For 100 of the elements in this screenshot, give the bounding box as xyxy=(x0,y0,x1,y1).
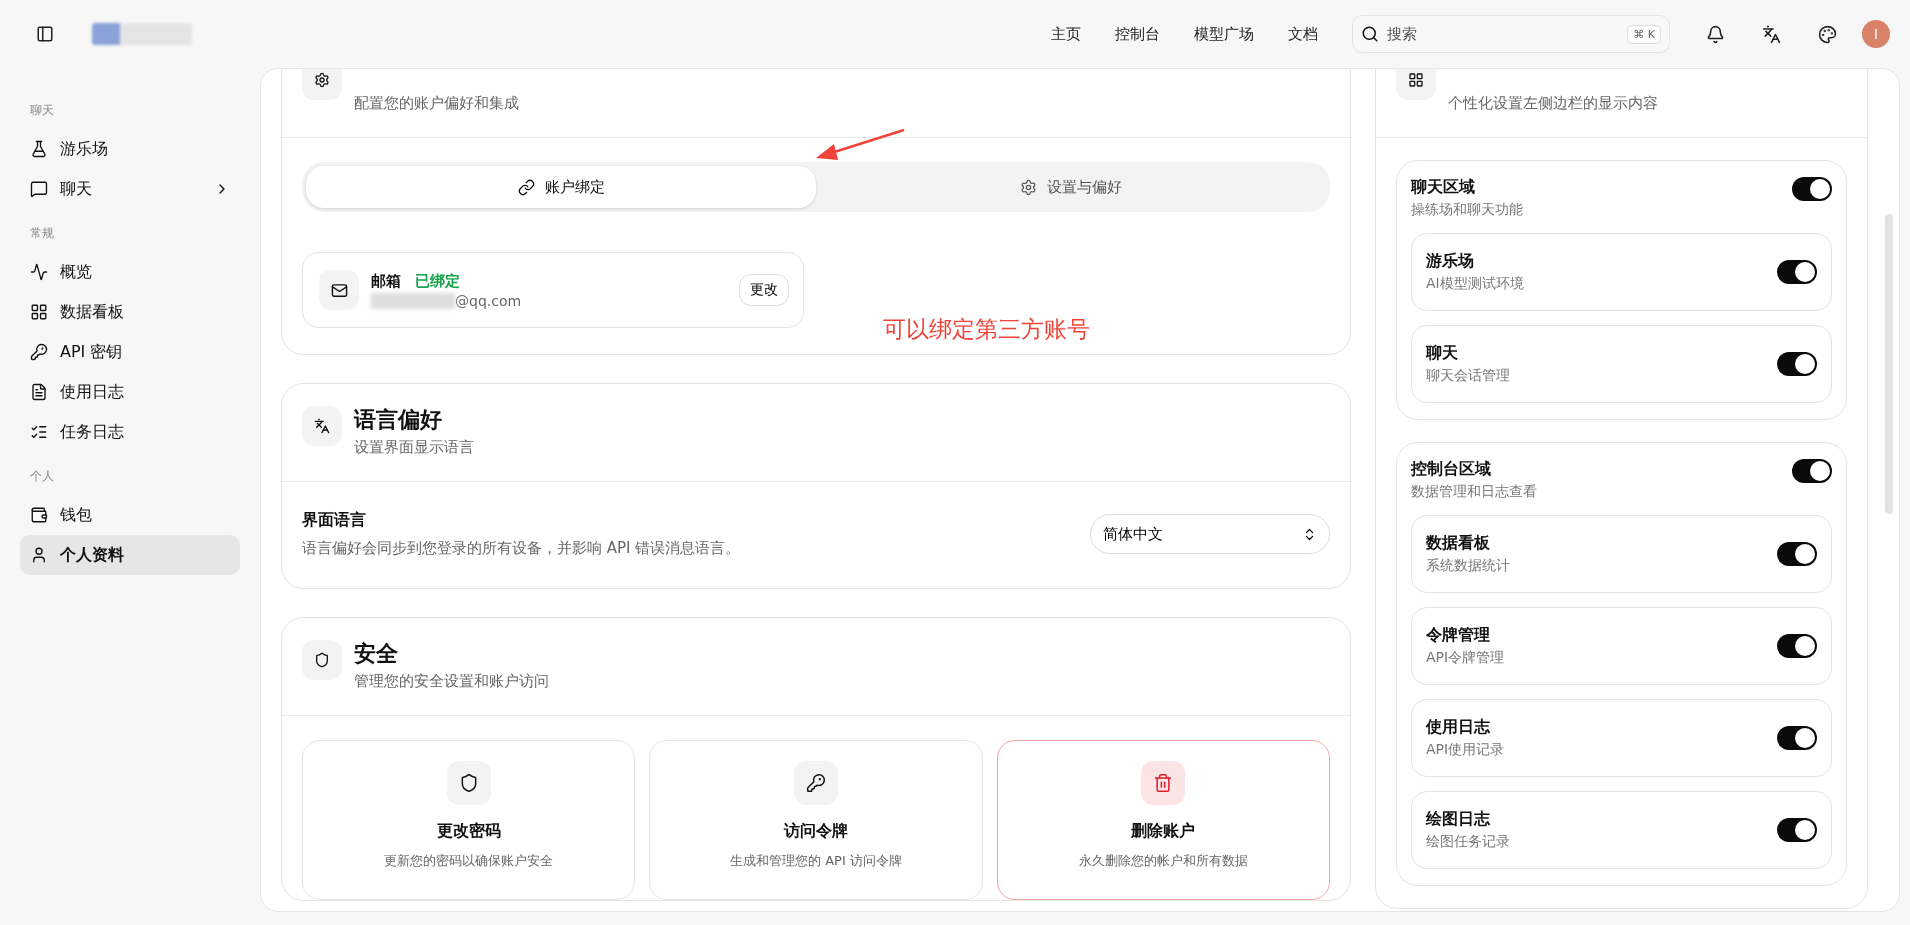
search-icon xyxy=(1361,25,1379,43)
card-subtitle: 配置您的账户偏好和集成 xyxy=(354,94,519,113)
card-title: 安全 xyxy=(354,640,399,668)
tile-description: 永久删除您的帐户和所有数据 xyxy=(1078,852,1248,870)
setting-description: API令牌管理 xyxy=(1426,649,1506,667)
nav-link[interactable]: 模型广场 xyxy=(1184,18,1264,50)
language-select[interactable]: 简体中文 xyxy=(1090,514,1330,554)
sidebar-item-label: 钱包 xyxy=(60,504,93,526)
sidebar-item-label: API 密钥 xyxy=(60,341,124,363)
sidebar-item[interactable]: 数据看板 xyxy=(20,292,240,332)
annotation-text: 可以绑定第三方账号 xyxy=(883,315,1090,344)
chat-bubble-icon xyxy=(30,180,48,198)
shortcut-hint: ⌘ K xyxy=(1627,24,1661,44)
sidebar-item-label: 数据看板 xyxy=(60,301,125,323)
panel-icon xyxy=(36,25,54,43)
bell-icon xyxy=(1705,24,1725,44)
tile-description: 更新您的密码以确保账户安全 xyxy=(384,852,554,870)
sidebar-item[interactable]: 钱包 xyxy=(20,495,240,535)
sidebar-section-title: 聊天 xyxy=(29,102,55,119)
document-icon xyxy=(30,383,48,401)
sidebar-item[interactable]: API 密钥 xyxy=(20,332,240,372)
card-subtitle: 管理您的安全设置和账户访问 xyxy=(354,672,549,691)
sidebar-item[interactable]: 使用日志 xyxy=(20,372,240,412)
action-tile[interactable]: 访问令牌 生成和管理您的 API 访问令牌 xyxy=(649,740,983,900)
mail-icon xyxy=(330,281,348,299)
sidebar-section-title: 常规 xyxy=(29,225,55,242)
sidebar-item-label: 任务日志 xyxy=(60,421,125,443)
nav-link[interactable]: 文档 xyxy=(1278,18,1328,50)
sidebar-item[interactable]: 游乐场 xyxy=(20,129,240,169)
toggle-switch[interactable] xyxy=(1777,818,1817,842)
trash-icon xyxy=(1153,773,1174,793)
toggle-switch[interactable] xyxy=(1777,260,1817,284)
setting-description: API使用记录 xyxy=(1426,741,1506,759)
setting-description: 语言偏好会同步到您登录的所有设备，并影响 API 错误消息语言。 xyxy=(302,539,742,558)
toggle-switch[interactable] xyxy=(1792,177,1832,201)
setting-title: 数据看板 xyxy=(1426,533,1491,554)
setting-title: 使用日志 xyxy=(1426,717,1491,738)
flask-icon xyxy=(30,140,48,158)
change-button[interactable]: 更改 xyxy=(739,274,789,306)
person-icon xyxy=(30,546,48,564)
setting-title: 游乐场 xyxy=(1426,251,1475,272)
sidebar-item-label: 概览 xyxy=(60,261,93,283)
setting-title: 聊天 xyxy=(1426,343,1459,364)
group-title: 聊天区域 xyxy=(1411,177,1476,198)
sidebar-item[interactable]: 个人资料 xyxy=(20,535,240,575)
toggle-switch[interactable] xyxy=(1777,542,1817,566)
setting-title: 绘图日志 xyxy=(1426,809,1491,830)
link-icon xyxy=(517,178,535,196)
binding-label: 邮箱 xyxy=(371,271,401,291)
grid-icon xyxy=(1408,72,1424,88)
sidebar-item-label: 个人资料 xyxy=(60,544,125,566)
wallet-icon xyxy=(30,506,48,524)
card-subtitle: 设置界面显示语言 xyxy=(354,438,474,457)
tab[interactable]: 设置与偏好 xyxy=(816,166,1326,208)
sidebar-item-label: 使用日志 xyxy=(60,381,125,403)
toggle-switch[interactable] xyxy=(1792,459,1832,483)
sidebar-item-label: 游乐场 xyxy=(60,138,109,160)
search-field[interactable]: 搜索 ⌘ K xyxy=(1352,15,1670,53)
sidebar-item[interactable]: 概览 xyxy=(20,252,240,292)
sidebar-section-title: 个人 xyxy=(29,468,55,485)
toggle-switch[interactable] xyxy=(1777,634,1817,658)
action-tile[interactable]: 更改密码 更新您的密码以确保账户安全 xyxy=(302,740,636,900)
group-description: 数据管理和日志查看 xyxy=(1411,483,1538,501)
nav-link[interactable]: 主页 xyxy=(1041,18,1091,50)
search-input[interactable]: 搜索 xyxy=(1385,24,1622,44)
sidebar-item[interactable]: 任务日志 xyxy=(20,412,240,452)
shield-icon xyxy=(314,652,330,668)
translate-icon xyxy=(314,418,330,434)
setting-label: 界面语言 xyxy=(302,510,367,531)
tile-title: 访问令牌 xyxy=(784,821,848,842)
settings-icon xyxy=(1020,178,1037,196)
tile-description: 生成和管理您的 API 访问令牌 xyxy=(730,852,902,870)
binding-status: 已绑定 xyxy=(415,271,460,291)
email-text: @qq.com xyxy=(455,292,522,309)
setting-description: 系统数据统计 xyxy=(1426,557,1511,575)
setting-description: 绘图任务记录 xyxy=(1426,833,1511,851)
setting-description: 聊天会话管理 xyxy=(1426,367,1511,385)
grid-icon xyxy=(30,303,48,321)
toggle-switch[interactable] xyxy=(1777,352,1817,376)
setting-title: 令牌管理 xyxy=(1426,625,1491,646)
tab[interactable]: 账户绑定 xyxy=(306,166,816,208)
action-tile[interactable]: 删除账户 永久删除您的帐户和所有数据 xyxy=(996,740,1330,900)
pulse-icon xyxy=(30,263,48,281)
key-icon xyxy=(30,343,48,361)
key-icon xyxy=(806,773,826,793)
palette-icon xyxy=(1817,24,1837,44)
toggle-switch[interactable] xyxy=(1777,726,1817,750)
scrollbar[interactable] xyxy=(1885,214,1893,514)
tile-title: 删除账户 xyxy=(1131,821,1196,842)
group-title: 控制台区域 xyxy=(1411,459,1492,480)
nav-link[interactable]: 控制台 xyxy=(1105,18,1170,50)
tile-title: 更改密码 xyxy=(436,821,501,842)
settings-icon xyxy=(314,72,330,88)
translate-icon xyxy=(1761,24,1781,44)
checklist-icon xyxy=(30,423,48,441)
setting-description: AI模型测试环境 xyxy=(1426,275,1525,293)
group-description: 操练场和聊天功能 xyxy=(1411,201,1524,219)
card-subtitle: 个性化设置左侧边栏的显示内容 xyxy=(1448,94,1658,113)
sidebar-item-label: 聊天 xyxy=(60,178,93,200)
sidebar-item[interactable]: 聊天 xyxy=(20,169,240,209)
